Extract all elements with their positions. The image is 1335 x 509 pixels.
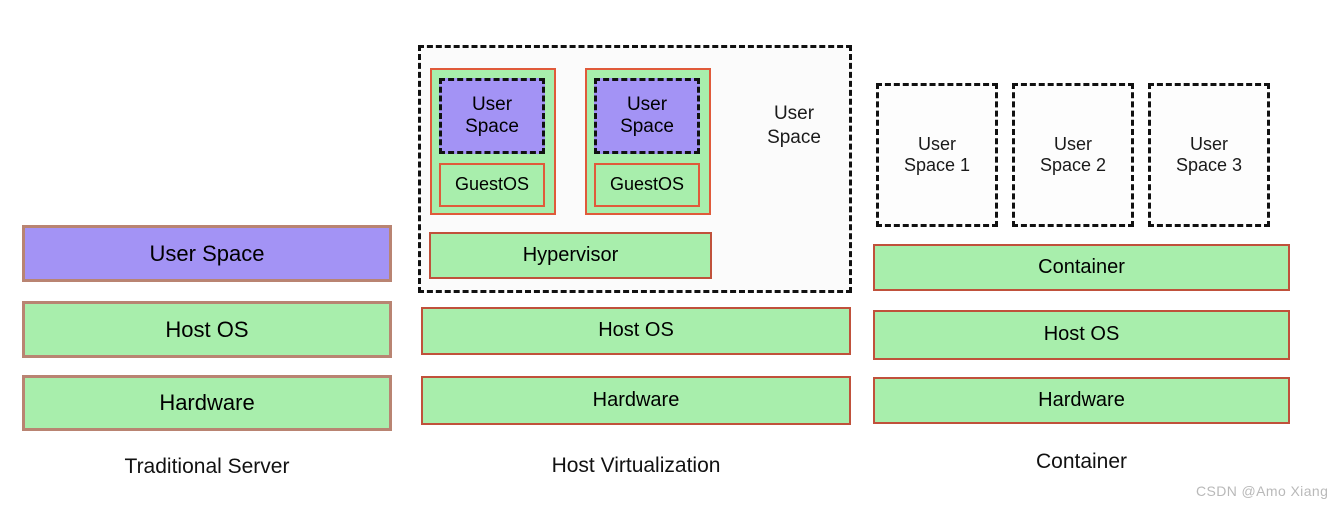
vm-1-guest-os-label: GuestOS <box>454 174 530 195</box>
host-virtualization-caption: Host Virtualization <box>551 454 721 477</box>
virtualization-hardware-label: Hardware <box>592 388 680 411</box>
vm-1-user-space-label: User Space <box>465 93 519 137</box>
traditional-host-os-label: Host OS <box>165 316 249 342</box>
hypervisor-box: Hypervisor <box>429 232 712 279</box>
vm-2-user-space-label: User Space <box>620 93 674 137</box>
container-user-space-1-box: User Space 1 <box>876 83 998 227</box>
container-caption: Container <box>1035 450 1128 473</box>
virtualization-hardware-box: Hardware <box>421 376 851 425</box>
container-hardware-label: Hardware <box>1038 388 1125 411</box>
traditional-user-space-label: User Space <box>149 240 265 266</box>
traditional-host-os-box: Host OS <box>22 301 392 358</box>
vm-2-guest-os-box: GuestOS <box>594 163 700 207</box>
virtualization-host-os-label: Host OS <box>598 319 674 342</box>
virtualization-user-space-region-label: User Space <box>767 102 821 148</box>
container-user-space-3-box: User Space 3 <box>1148 83 1270 227</box>
container-user-space-2-box: User Space 2 <box>1012 83 1134 227</box>
virtualization-host-os-box: Host OS <box>421 307 851 355</box>
traditional-hardware-label: Hardware <box>159 390 255 416</box>
container-box: Container <box>873 244 1290 291</box>
vm-2-user-space-box: User Space <box>594 78 700 154</box>
container-host-os-label: Host OS <box>1043 323 1120 346</box>
container-user-space-2-label: User Space 2 <box>1039 133 1107 175</box>
watermark: CSDN @Amo Xiang <box>1196 483 1329 499</box>
hypervisor-label: Hypervisor <box>522 243 619 266</box>
vm-1-user-space-box: User Space <box>439 78 545 154</box>
traditional-hardware-box: Hardware <box>22 375 392 431</box>
container-label: Container <box>1038 255 1125 278</box>
diagram-canvas: User Space Host OS Hardware Traditional … <box>0 0 1335 509</box>
container-user-space-3-label: User Space 3 <box>1175 133 1243 175</box>
container-user-space-1-label: User Space 1 <box>903 133 971 175</box>
traditional-server-caption: Traditional Server <box>124 455 290 478</box>
vm-2-guest-os-label: GuestOS <box>609 174 685 195</box>
container-hardware-box: Hardware <box>873 377 1290 424</box>
traditional-user-space-box: User Space <box>22 225 392 282</box>
container-host-os-box: Host OS <box>873 310 1290 360</box>
vm-1-guest-os-box: GuestOS <box>439 163 545 207</box>
